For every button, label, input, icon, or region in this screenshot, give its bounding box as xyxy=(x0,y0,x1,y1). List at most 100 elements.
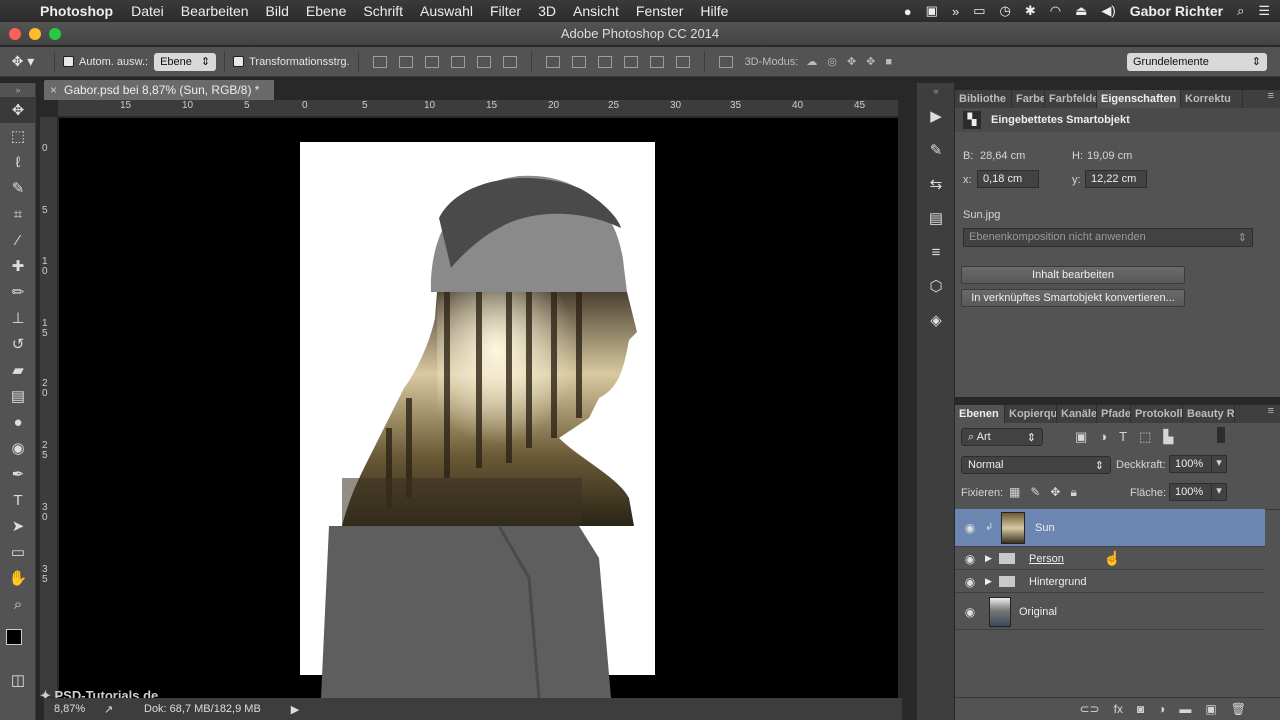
type-tool-icon[interactable]: T xyxy=(0,487,36,513)
menu-auswahl[interactable]: Auswahl xyxy=(420,3,473,19)
healing-brush-tool-icon[interactable]: ✚ xyxy=(0,253,36,279)
layer-comp-dropdown[interactable]: Ebenenkomposition nicht anwenden ⇕ xyxy=(963,228,1253,247)
menu-schrift[interactable]: Schrift xyxy=(363,3,403,19)
align-vcenter-icon[interactable] xyxy=(398,55,413,68)
y-field[interactable]: 12,22 cm xyxy=(1085,170,1147,188)
marquee-tool-icon[interactable]: ⬚ xyxy=(0,123,36,149)
layer-row[interactable]: ◉ ▶ Hintergrund xyxy=(955,571,1265,593)
lasso-tool-icon[interactable]: ℓ xyxy=(0,149,36,175)
trash-icon[interactable]: 🗑︎ xyxy=(1231,702,1246,716)
distribute-left-icon[interactable] xyxy=(623,55,638,68)
hat-icon[interactable]: ● xyxy=(904,4,912,19)
zoom-level[interactable]: 8,87% xyxy=(54,703,104,715)
lock-icons[interactable]: ▦✎✥🔒︎ xyxy=(1009,485,1087,500)
layers-stack-icon[interactable]: ◈ xyxy=(917,303,955,337)
zoom-window-button[interactable] xyxy=(49,28,61,40)
menu-app[interactable]: Photoshop xyxy=(40,3,113,19)
blend-mode-dropdown[interactable]: Normal ⇕ xyxy=(961,456,1111,474)
brush-tool-icon[interactable]: ✏ xyxy=(0,279,36,305)
tab-korrekturen[interactable]: Korrektu xyxy=(1181,90,1243,108)
document-tab[interactable]: × Gabor.psd bei 8,87% (Sun, RGB/8) * xyxy=(44,80,274,100)
auto-select-dropdown[interactable]: Ebene ⇕ xyxy=(154,52,217,71)
timemachine-icon[interactable]: ◷ xyxy=(999,3,1010,19)
pen-tool-icon[interactable]: ✒ xyxy=(0,461,36,487)
opacity-field[interactable]: 100% xyxy=(1169,455,1215,473)
adjustment-layer-icon[interactable]: ◑ xyxy=(1158,702,1165,716)
move-tool-preset-icon[interactable]: ✥ ▾ xyxy=(0,53,46,70)
paragraph-icon[interactable]: ≡ xyxy=(917,235,955,269)
vertical-ruler[interactable]: 0 5 1 0 1 5 2 0 2 5 3 0 3 5 xyxy=(40,117,58,697)
menu-hilfe[interactable]: Hilfe xyxy=(700,3,728,19)
screen-icon[interactable]: ▣ xyxy=(926,3,938,19)
crop-tool-icon[interactable]: ⌗ xyxy=(0,201,36,227)
x-field[interactable]: 0,18 cm xyxy=(977,170,1039,188)
visibility-eye-icon[interactable]: ◉ xyxy=(955,575,985,589)
expand-arrow-icon[interactable]: ▶ xyxy=(985,576,999,587)
visibility-eye-icon[interactable]: ◉ xyxy=(955,605,985,619)
path-select-tool-icon[interactable]: ➤ xyxy=(0,513,36,539)
3d-mode-icons[interactable]: ☁◎✥✥■ xyxy=(806,55,902,68)
tab-beauty-retusche[interactable]: Beauty R xyxy=(1183,405,1235,423)
move-tool-icon[interactable]: ✥ xyxy=(0,97,36,123)
layers-menu-icon[interactable]: ≡ xyxy=(1268,405,1280,423)
gradient-tool-icon[interactable]: ▤ xyxy=(0,383,36,409)
menu-3d[interactable]: 3D xyxy=(538,3,556,19)
distribute-vcenter-icon[interactable] xyxy=(571,55,586,68)
zoom-tool-icon[interactable]: ⌕ xyxy=(0,591,36,617)
tab-pfade[interactable]: Pfade xyxy=(1097,405,1131,423)
distribute-top-icon[interactable] xyxy=(545,55,560,68)
close-window-button[interactable] xyxy=(9,28,21,40)
spotlight-icon[interactable]: ⌕ xyxy=(1237,3,1244,19)
opacity-dropdown-icon[interactable]: ▾ xyxy=(1211,455,1227,473)
toolbox-collapse-icon[interactable]: » xyxy=(0,83,36,97)
convert-linked-button[interactable]: In verknüpftes Smartobjekt konvertieren.… xyxy=(961,289,1185,307)
menu-fenster[interactable]: Fenster xyxy=(636,3,683,19)
align-bottom-icon[interactable] xyxy=(424,55,439,68)
menu-datei[interactable]: Datei xyxy=(131,3,164,19)
play-actions-icon[interactable]: ▶ xyxy=(917,99,955,133)
tab-farbe[interactable]: Farbe xyxy=(1012,90,1045,108)
rectangle-tool-icon[interactable]: ▭ xyxy=(0,539,36,565)
layer-filter-icons[interactable]: ▣◑T⬚▙ xyxy=(1075,429,1185,445)
tab-kopierquelle[interactable]: Kopierqu xyxy=(1005,405,1057,423)
dodge-tool-icon[interactable]: ◉ xyxy=(0,435,36,461)
eyedropper-tool-icon[interactable]: ⁄ xyxy=(0,227,36,253)
menu-bearbeiten[interactable]: Bearbeiten xyxy=(181,3,249,19)
document-canvas[interactable] xyxy=(59,118,898,698)
filter-toggle[interactable] xyxy=(1217,427,1225,443)
wifi-icon[interactable]: ◠ xyxy=(1050,3,1061,19)
foreground-color-swatch[interactable] xyxy=(6,629,22,645)
tab-kanaele[interactable]: Kanäle xyxy=(1057,405,1097,423)
workspace-dropdown[interactable]: Grundelemente ⇕ xyxy=(1127,52,1267,71)
align-hcenter-icon[interactable] xyxy=(476,55,491,68)
align-left-icon[interactable] xyxy=(450,55,465,68)
horizontal-ruler[interactable]: 15 10 5 0 5 10 15 20 25 30 35 40 45 xyxy=(58,100,898,117)
menu-ebene[interactable]: Ebene xyxy=(306,3,346,19)
volume-icon[interactable]: ◀) xyxy=(1101,3,1115,19)
history-brush-tool-icon[interactable]: ↺ xyxy=(0,331,36,357)
panel-menu-icon[interactable]: ≡ xyxy=(1268,90,1280,108)
menu-ansicht[interactable]: Ansicht xyxy=(573,3,619,19)
menu-filter[interactable]: Filter xyxy=(490,3,521,19)
auto-align-icon[interactable] xyxy=(718,55,733,68)
new-layer-icon[interactable]: ▣ xyxy=(1205,702,1216,716)
forward-icon[interactable]: » xyxy=(952,4,959,19)
layer-row[interactable]: ◉ ▶ Person ☝ xyxy=(955,548,1265,570)
fill-dropdown-icon[interactable]: ▾ xyxy=(1211,483,1227,501)
align-right-icon[interactable] xyxy=(502,55,517,68)
3d-cube-icon[interactable]: ⬡ xyxy=(917,269,955,303)
list-icon[interactable]: ☰ xyxy=(1258,3,1270,19)
visibility-eye-icon[interactable]: ◉ xyxy=(955,552,985,566)
airplay-icon[interactable]: ▭ xyxy=(973,3,985,19)
new-group-icon[interactable]: ▬ xyxy=(1179,702,1191,716)
edit-contents-button[interactable]: Inhalt bearbeiten xyxy=(961,266,1185,284)
status-menu-icon[interactable]: ▶ xyxy=(291,703,299,716)
quick-select-tool-icon[interactable]: ✎ xyxy=(0,175,36,201)
dock-collapse-icon[interactable]: « xyxy=(917,83,955,99)
eject-icon[interactable]: ⏏ xyxy=(1075,3,1087,19)
visibility-eye-icon[interactable]: ◉ xyxy=(955,521,985,535)
blur-tool-icon[interactable]: ● xyxy=(0,409,36,435)
eraser-tool-icon[interactable]: ▰ xyxy=(0,357,36,383)
fill-field[interactable]: 100% xyxy=(1169,483,1215,501)
minimize-window-button[interactable] xyxy=(29,28,41,40)
